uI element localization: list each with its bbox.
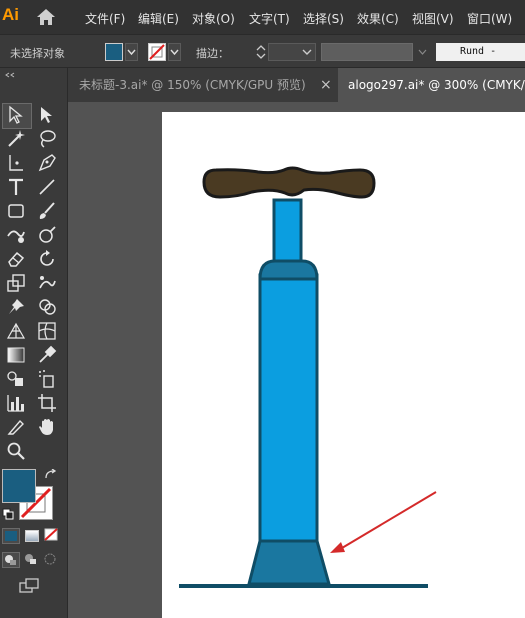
bicycle-pump-illustration [179, 166, 437, 588]
column-graph-tool-icon[interactable] [5, 392, 27, 414]
blob-brush-tool-icon[interactable] [36, 224, 58, 246]
chevron-down-icon[interactable] [299, 43, 315, 61]
stroke-swatch[interactable] [148, 43, 166, 61]
menu-type[interactable]: 文字(T) [249, 10, 290, 27]
variable-width-profile[interactable] [321, 43, 413, 61]
pin-tool-icon[interactable] [5, 296, 27, 318]
stroke-label: 描边： [196, 47, 229, 60]
draw-behind-icon[interactable] [23, 552, 41, 568]
slice-tool-icon[interactable] [5, 416, 27, 438]
fill-color-box[interactable] [2, 469, 36, 503]
brush-definition[interactable]: Rund - [436, 43, 525, 61]
menu-bar: Ai 文件(F) 编辑(E) 对象(O) 文字(T) 选择(S) 效果(C) 视… [0, 0, 525, 34]
none-mode-button[interactable] [43, 528, 61, 544]
tab-label: alogo297.ai* @ 300% (CMYK/ [348, 78, 525, 92]
menu-edit[interactable]: 编辑(E) [138, 10, 179, 27]
artboard-tool-icon[interactable] [36, 392, 58, 414]
shape-builder-tool-icon[interactable] [36, 296, 58, 318]
gradient-mode-button[interactable] [23, 528, 41, 544]
tab-alogo297[interactable]: alogo297.ai* @ 300% (CMYK/ [338, 68, 525, 102]
menu-effect[interactable]: 效果(C) [357, 10, 399, 27]
document-tab-bar: 未标题-3.ai* @ 150% (CMYK/GPU 预览) × alogo29… [68, 68, 525, 102]
eraser-tool-icon[interactable] [5, 248, 27, 270]
default-fill-stroke-icon[interactable] [2, 508, 14, 520]
gradient-tool-icon[interactable] [5, 344, 27, 366]
fill-dropdown[interactable] [125, 43, 138, 61]
lasso-tool-icon[interactable] [36, 128, 58, 150]
tools-panel [0, 68, 68, 618]
shaper-tool-icon[interactable] [5, 224, 27, 246]
color-mode-button[interactable] [2, 528, 20, 544]
brush-value: Rund - [460, 46, 497, 57]
magic-wand-tool-icon[interactable] [5, 128, 27, 150]
menu-object[interactable]: 对象(O) [192, 10, 235, 27]
pump-rod [272, 198, 303, 268]
blend-tool-icon[interactable] [5, 368, 27, 390]
perspective-grid-tool-icon[interactable] [5, 320, 27, 342]
type-tool-icon[interactable] [5, 176, 27, 198]
pump-cylinder [258, 273, 319, 543]
chevron-down-icon[interactable] [418, 48, 427, 56]
draw-inside-icon[interactable] [43, 552, 61, 568]
tab-untitled-3[interactable]: 未标题-3.ai* @ 150% (CMYK/GPU 预览) [68, 68, 332, 102]
draw-normal-icon[interactable] [2, 552, 20, 568]
paintbrush-tool-icon[interactable] [36, 200, 58, 222]
pump-base [247, 539, 331, 586]
rectangle-tool-icon[interactable] [5, 200, 27, 222]
mesh-tool-icon[interactable] [36, 320, 58, 342]
zoom-tool-icon[interactable] [5, 440, 27, 462]
home-icon[interactable] [36, 8, 56, 26]
close-tab-icon[interactable]: × [320, 68, 332, 102]
pump-cap [258, 259, 319, 281]
tab-label: 未标题-3.ai* @ 150% (CMYK/GPU 预览) [79, 78, 306, 92]
curvature-tool-icon[interactable] [5, 152, 27, 174]
app-logo: Ai [2, 5, 19, 24]
scale-tool-icon[interactable] [5, 272, 27, 294]
stroke-dropdown[interactable] [168, 43, 181, 61]
direct-selection-tool-icon[interactable] [36, 104, 58, 126]
arrow-head-icon [330, 542, 345, 553]
fill-swatch[interactable] [105, 43, 123, 61]
hand-tool-icon[interactable] [36, 416, 58, 438]
collapse-panel-icon[interactable] [4, 72, 16, 78]
puppet-warp-tool-icon[interactable] [36, 272, 58, 294]
swap-fill-stroke-icon[interactable] [44, 469, 58, 481]
pen-tool-icon[interactable] [36, 152, 58, 174]
rotate-tool-icon[interactable] [36, 248, 58, 270]
selection-tool-icon[interactable] [5, 104, 27, 126]
screen-mode-icon[interactable] [18, 577, 42, 595]
menu-file[interactable]: 文件(F) [85, 10, 125, 27]
annotation-arrow [341, 491, 437, 549]
control-bar: 未选择对象 描边： Rund - [0, 34, 525, 68]
selection-status: 未选择对象 [10, 47, 65, 60]
pump-handle [202, 166, 376, 199]
menu-window[interactable]: 窗口(W) [467, 10, 512, 27]
symbol-sprayer-tool-icon[interactable] [36, 368, 58, 390]
menu-view[interactable]: 视图(V) [412, 10, 454, 27]
stroke-stepper[interactable] [255, 43, 267, 61]
line-segment-tool-icon[interactable] [36, 176, 58, 198]
eyedropper-tool-icon[interactable] [36, 344, 58, 366]
menu-select[interactable]: 选择(S) [303, 10, 344, 27]
